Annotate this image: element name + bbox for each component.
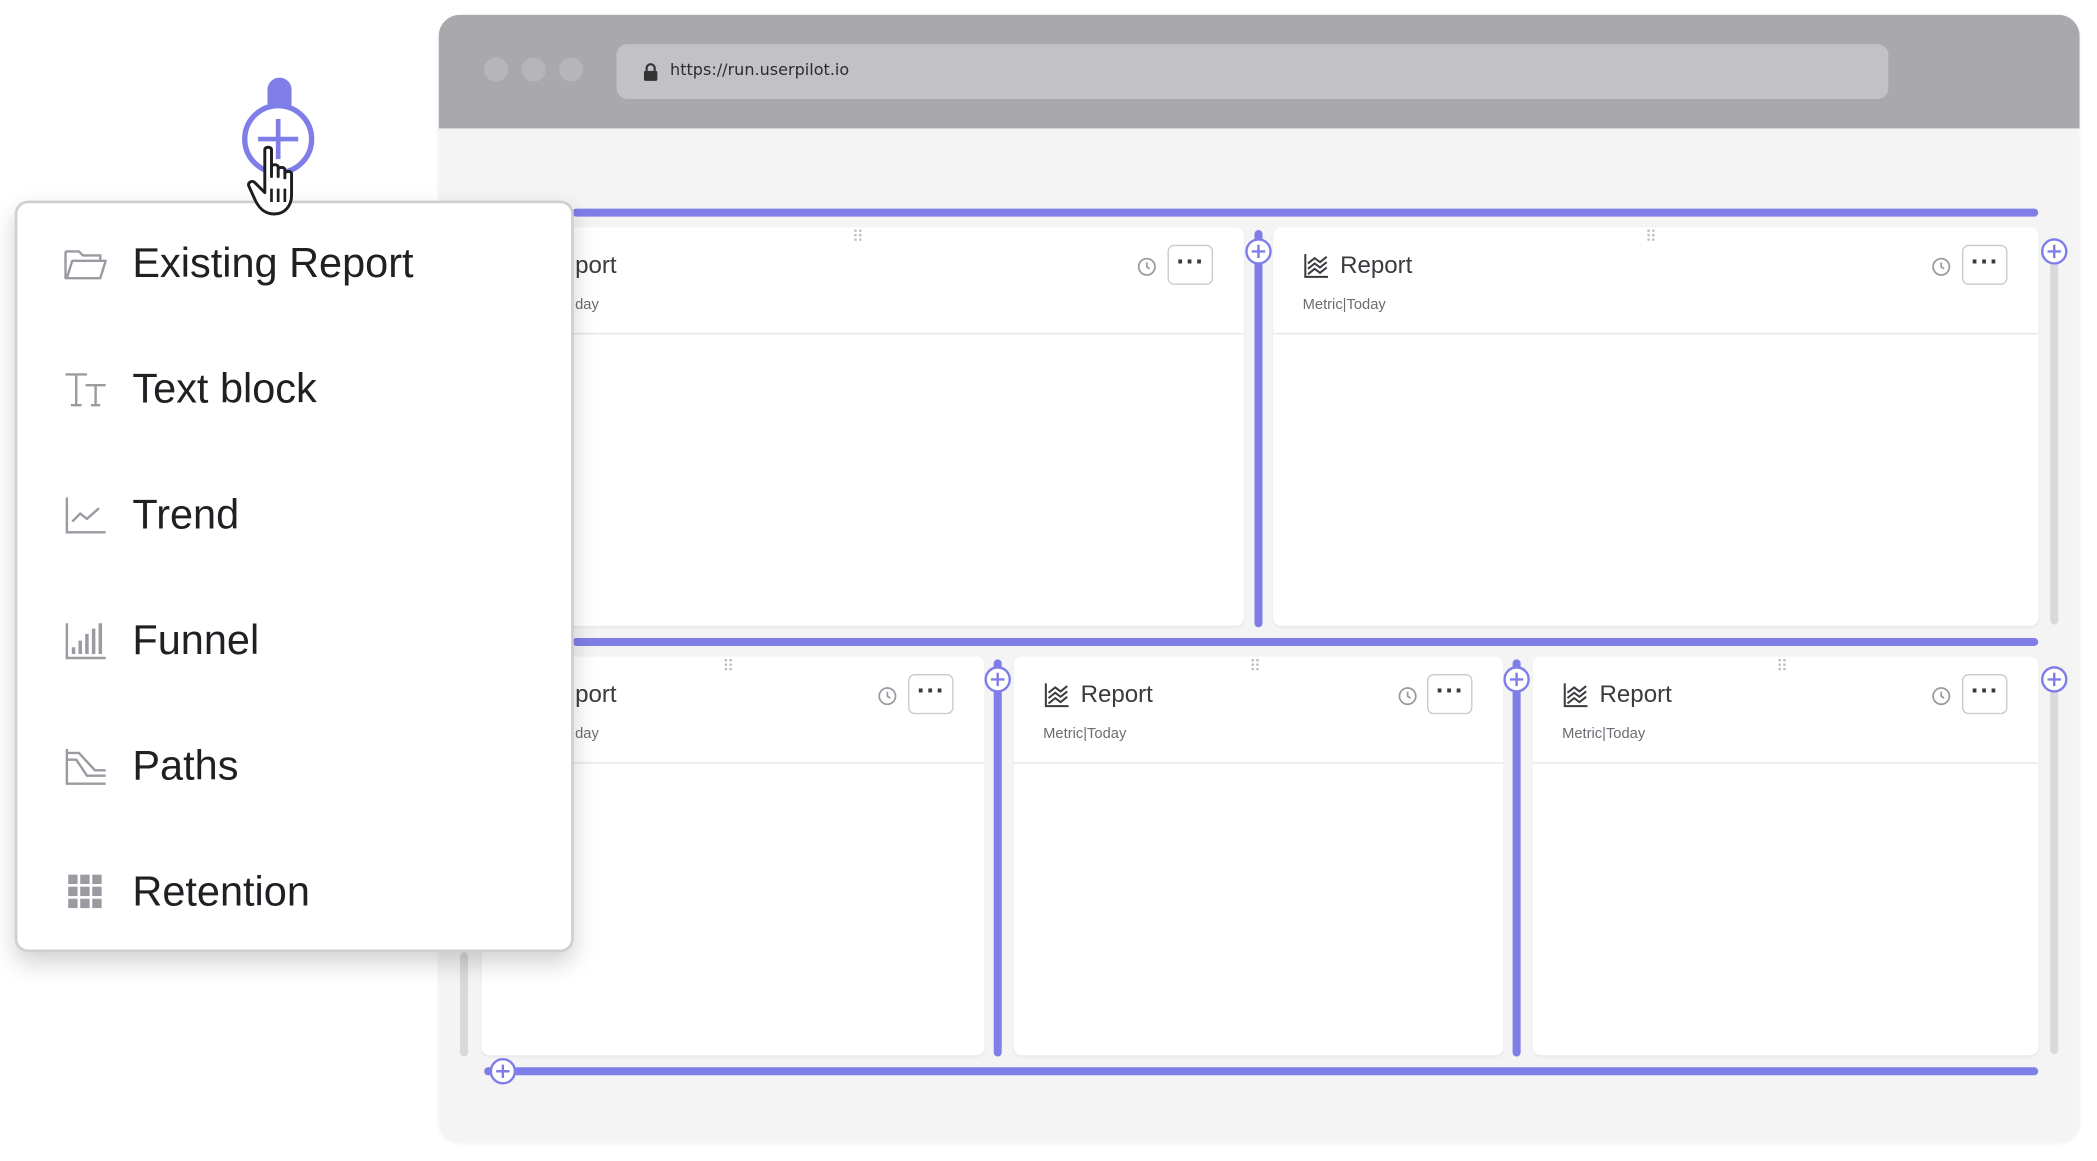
card-subtitle: Metric|Today [1043,726,1127,743]
more-options-button[interactable]: ··· [1961,244,2008,285]
more-options-button[interactable]: ··· [1961,674,2008,715]
menu-item-retention[interactable]: Retention [17,852,571,932]
menu-item-trend[interactable]: Trend [17,475,571,555]
add-widget-plus-icon[interactable] [489,1058,517,1085]
card-header: Report Metric|Today ··· [1013,657,1504,764]
drop-zone-column-inactive[interactable] [2050,260,2059,625]
retention-icon [68,874,102,909]
window-close-dot[interactable] [484,57,509,82]
add-widget-plus-icon[interactable] [1503,666,1530,693]
trend-report-icon [1304,254,1329,278]
drop-zone-column[interactable] [993,659,1002,1057]
address-url: https://run.userpilot.io [670,60,850,79]
text-block-icon [65,373,106,407]
funnel-icon [65,623,106,660]
card-subtitle: day [575,726,599,743]
drop-zone-column-inactive[interactable] [460,952,469,1057]
add-widget-plus-icon[interactable] [1245,238,1272,265]
more-options-button[interactable]: ··· [1427,674,1473,715]
report-card[interactable]: ⠿ port day ··· [481,227,1244,626]
menu-item-existing-report[interactable]: Existing Report [17,223,571,303]
drop-zone-column[interactable] [1512,659,1521,1057]
menu-item-label: Paths [132,742,239,790]
card-title: Report [1080,680,1153,708]
menu-item-label: Trend [132,490,240,538]
card-subtitle: Metric|Today [1302,296,1386,313]
trend-report-icon [1563,683,1588,708]
more-options-button[interactable]: ··· [1167,244,1214,285]
report-card[interactable]: ⠿ Report Metric|Today ··· [1532,656,2039,1056]
menu-item-label: Existing Report [132,239,414,287]
card-subtitle: day [575,296,599,313]
clock-icon[interactable] [877,686,897,706]
window-minimize-dot[interactable] [521,57,546,82]
drop-zone-row-bottom[interactable] [484,1067,2039,1076]
card-header: Report Metric|Today ··· [1532,657,2039,764]
menu-item-label: Funnel [132,616,260,664]
add-widget-plus-icon[interactable] [2041,238,2068,265]
trend-icon [65,497,106,534]
drop-zone-column-inactive[interactable] [2050,690,2059,1054]
report-card[interactable]: ⠿ Report Metric|Today ··· [1013,656,1504,1056]
menu-item-paths[interactable]: Paths [17,726,571,806]
trend-report-icon [1044,683,1069,708]
card-title: Report [1340,251,1413,279]
clock-icon[interactable] [1137,257,1157,277]
paths-icon [65,748,106,785]
hand-pointer-icon [247,145,294,216]
card-header: Report Metric|Today ··· [1273,227,2039,335]
card-title: Report [1599,680,1672,708]
report-card[interactable]: ⠿ Report Metric|Today ··· [1273,227,2039,626]
menu-item-label: Text block [132,365,317,412]
stage: https://run.userpilot.io ⠿ port day ··· … [0,0,2097,1161]
card-subtitle: Metric|Today [1562,726,1646,743]
drop-zone-row-middle[interactable] [572,637,2039,646]
drop-zone-column[interactable] [1254,230,1263,628]
clock-icon[interactable] [1398,686,1418,706]
address-bar[interactable]: https://run.userpilot.io [616,44,1889,99]
add-widget-plus-icon[interactable] [984,666,1011,693]
clock-icon[interactable] [1931,257,1951,277]
clock-icon[interactable] [1931,686,1951,706]
card-title: port [575,680,617,708]
insert-widget-menu: Existing Report Text block Trend Funnel … [14,200,574,953]
menu-item-text-block[interactable]: Text block [17,349,571,429]
card-header: port day ··· [481,227,1244,335]
menu-item-label: Retention [132,867,310,915]
card-title: port [575,251,617,279]
window-maximize-dot[interactable] [559,57,584,82]
lock-icon [643,63,658,81]
browser-toolbar: https://run.userpilot.io [438,14,2080,129]
more-options-button[interactable]: ··· [908,674,954,715]
menu-item-funnel[interactable]: Funnel [17,600,571,680]
drop-zone-row-top[interactable] [572,208,2039,217]
add-widget-plus-icon[interactable] [2041,666,2068,693]
folder-icon [64,250,107,280]
